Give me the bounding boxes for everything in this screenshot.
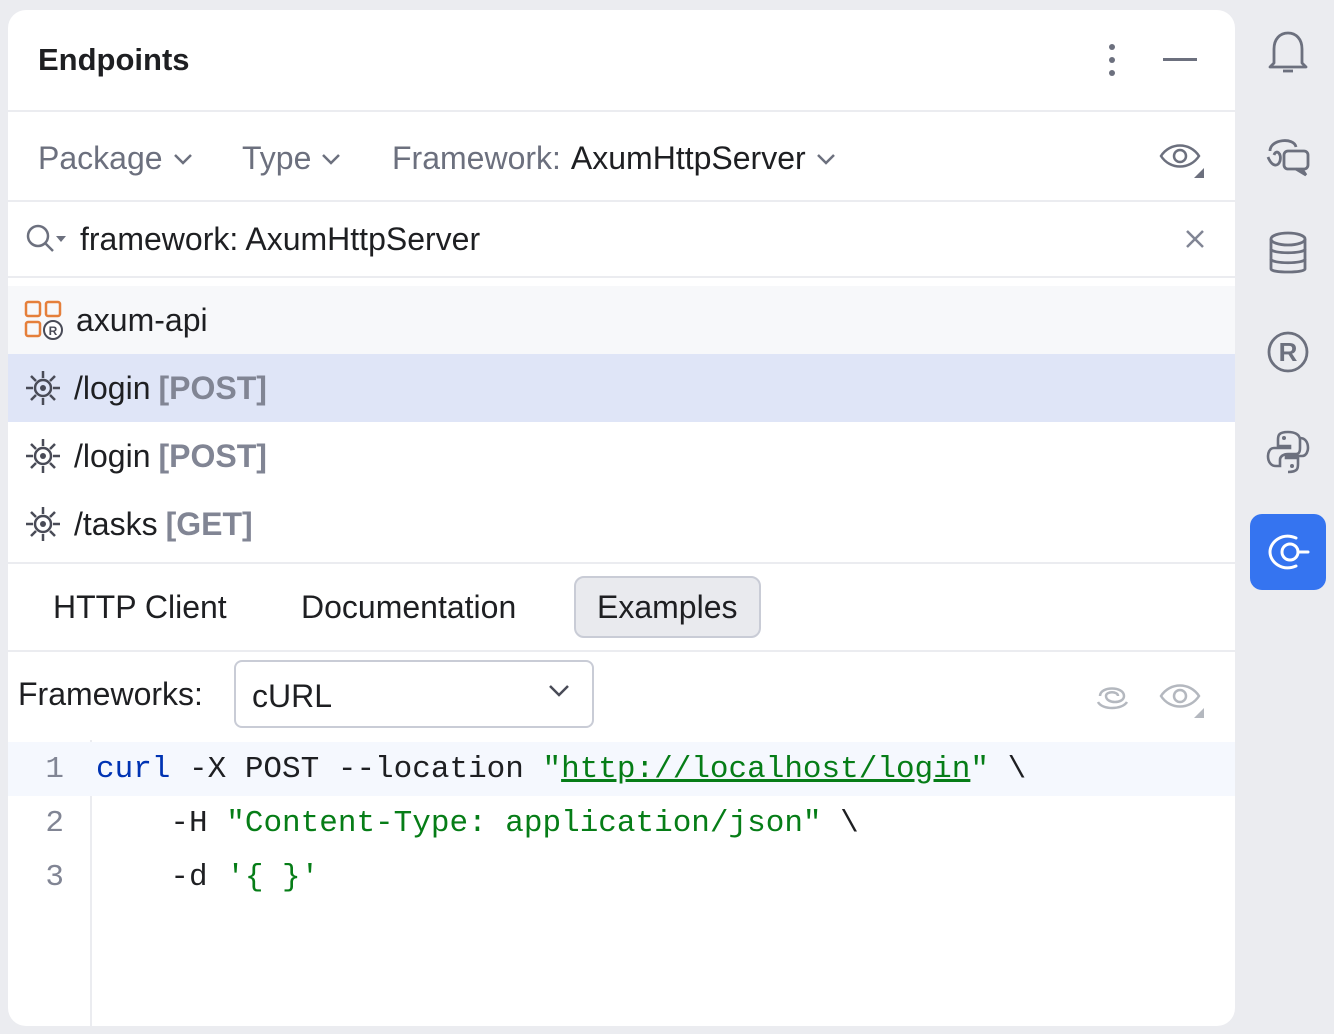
search-input[interactable] xyxy=(80,216,1160,262)
code-content: -d '{ }' xyxy=(96,860,319,895)
endpoint-method: [POST] xyxy=(158,437,267,474)
endpoint-icon xyxy=(26,371,60,405)
minimize-button[interactable] xyxy=(1160,40,1200,80)
ai-assist-button[interactable] xyxy=(1094,680,1130,717)
rust-module-icon: R xyxy=(24,300,63,340)
line-number: 1 xyxy=(45,751,64,787)
panel-header: Endpoints xyxy=(8,10,1235,112)
database-icon xyxy=(1269,231,1307,274)
framework-filter-label: Framework: xyxy=(392,140,561,176)
search-history-button[interactable] xyxy=(24,222,68,263)
endpoint-row[interactable]: /login [POST] xyxy=(8,422,1235,490)
code-editor[interactable]: 1 curl -X POST --location "http://localh… xyxy=(8,740,1235,1026)
frameworks-select-value: cURL xyxy=(252,678,333,714)
ai-chat-icon xyxy=(1266,139,1310,177)
bell-icon xyxy=(1268,31,1308,73)
frameworks-row: Frameworks: cURL xyxy=(8,650,1235,740)
code-content: curl -X POST --location "http://localhos… xyxy=(96,752,1026,787)
endpoint-path: /tasks xyxy=(74,505,158,542)
code-text: -H xyxy=(96,805,227,841)
type-filter-label: Type xyxy=(242,140,312,176)
clear-search-button[interactable] xyxy=(1184,228,1206,255)
database-button[interactable] xyxy=(1250,216,1326,292)
endpoint-icon xyxy=(26,439,60,473)
frameworks-select[interactable]: cURL xyxy=(234,660,594,728)
tab-examples[interactable]: Examples xyxy=(574,576,761,638)
code-text: -d xyxy=(96,859,227,895)
vertical-ellipsis-icon xyxy=(1109,44,1115,76)
ai-chat-button[interactable] xyxy=(1250,116,1326,192)
code-string: '{ }' xyxy=(226,859,320,895)
chevron-down-icon xyxy=(173,153,192,165)
endpoints-tool-button[interactable] xyxy=(1250,514,1326,590)
filter-bar: Package Type Framework: AxumHttpServer xyxy=(8,112,1235,202)
endpoint-path: /login xyxy=(74,437,151,474)
framework-filter-value: AxumHttpServer xyxy=(570,140,806,176)
code-quote: " xyxy=(542,751,562,787)
ai-spiral-icon xyxy=(1096,687,1129,710)
preview-button[interactable] xyxy=(1158,676,1204,723)
chevron-down-icon xyxy=(816,153,835,165)
svg-text:R: R xyxy=(49,324,58,338)
tab-http-client[interactable]: HTTP Client xyxy=(30,576,250,638)
detail-tabs: HTTP Client Documentation Examples xyxy=(8,562,1235,652)
code-content: -H "Content-Type: application/json" \ xyxy=(96,805,859,841)
tool-window-sidebar: R xyxy=(1240,0,1334,1034)
endpoint-row[interactable]: /tasks [GET] xyxy=(8,490,1235,558)
svg-text:R: R xyxy=(1279,337,1298,367)
frameworks-label: Frameworks: xyxy=(18,676,203,712)
python-icon xyxy=(1266,430,1310,474)
search-bar xyxy=(8,202,1235,278)
rust-icon: R xyxy=(1267,331,1309,373)
code-quote: " xyxy=(970,751,989,787)
eye-icon xyxy=(1159,684,1204,718)
tab-documentation[interactable]: Documentation xyxy=(278,576,539,638)
close-icon xyxy=(1186,230,1204,248)
minimize-icon xyxy=(1163,58,1197,61)
group-label: axum-api xyxy=(76,301,208,338)
line-number: 3 xyxy=(45,859,64,895)
code-text: -X POST --location xyxy=(170,751,543,787)
endpoint-row[interactable]: /login [POST] xyxy=(8,354,1235,422)
endpoint-icon xyxy=(26,507,60,541)
search-icon xyxy=(26,224,66,252)
notifications-button[interactable] xyxy=(1250,14,1326,90)
code-text: \ xyxy=(988,751,1027,787)
endpoints-panel: Endpoints Package Type Framework: AxumHt… xyxy=(8,10,1235,1026)
chevron-down-icon xyxy=(549,685,569,697)
panel-title: Endpoints xyxy=(38,42,190,77)
code-text: \ xyxy=(821,805,859,841)
package-filter-label: Package xyxy=(38,140,163,176)
eye-icon xyxy=(1159,144,1204,178)
code-keyword: curl xyxy=(96,751,171,787)
endpoint-path: /login xyxy=(74,369,151,406)
code-line: 1 curl -X POST --location "http://localh… xyxy=(8,742,1235,796)
type-filter[interactable]: Type xyxy=(242,140,341,177)
endpoints-icon xyxy=(1268,534,1310,570)
code-line: 2 -H "Content-Type: application/json" \ xyxy=(8,796,1235,850)
chevron-down-icon xyxy=(322,153,341,165)
line-number: 2 xyxy=(45,805,64,841)
code-line: 3 -d '{ }' xyxy=(8,850,1235,904)
python-button[interactable] xyxy=(1250,414,1326,490)
code-string: "Content-Type: application/json" xyxy=(226,805,822,841)
code-url-link[interactable]: http://localhost/login xyxy=(561,752,970,787)
tree-group-axum-api[interactable]: R axum-api xyxy=(8,286,1235,354)
rust-button[interactable]: R xyxy=(1250,314,1326,390)
endpoint-method: [POST] xyxy=(158,369,267,406)
package-filter[interactable]: Package xyxy=(38,140,193,177)
view-options-button[interactable] xyxy=(1158,136,1204,183)
framework-filter[interactable]: Framework: AxumHttpServer xyxy=(392,140,836,177)
endpoint-method: [GET] xyxy=(165,505,253,542)
more-options-button[interactable] xyxy=(1092,40,1132,80)
